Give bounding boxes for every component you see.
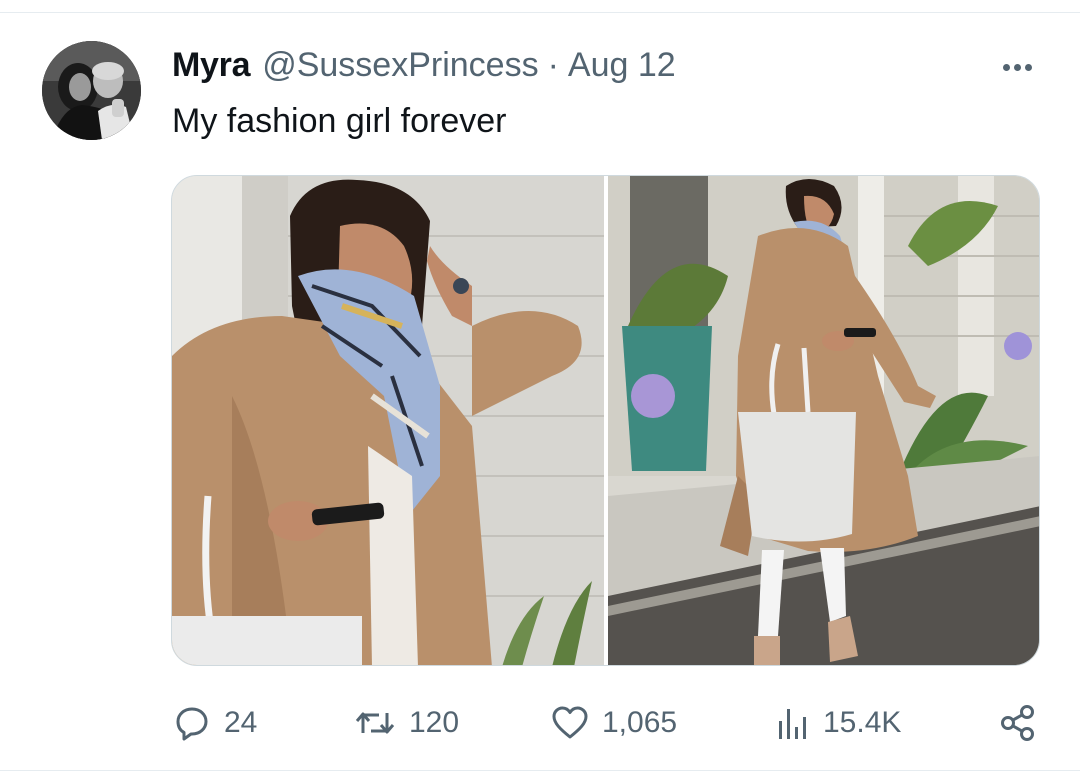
bottom-divider xyxy=(0,770,1080,771)
tweet-text: My fashion girl forever xyxy=(172,102,507,140)
tweet-actions: 24 120 1,065 15.4K xyxy=(0,700,1080,746)
more-dot xyxy=(1002,63,1010,71)
tweet-date[interactable]: Aug 12 xyxy=(568,46,676,85)
retweet-icon xyxy=(353,703,397,743)
media-photo-1[interactable] xyxy=(172,176,604,665)
like-count: 1,065 xyxy=(602,706,678,739)
tweet-header: Myra @SussexPrincess · Aug 12 xyxy=(172,46,676,86)
more-dot xyxy=(1013,63,1021,71)
heart-icon xyxy=(550,703,590,743)
analytics-icon xyxy=(775,703,811,743)
separator-dot: · xyxy=(547,46,559,84)
media-photo-2[interactable] xyxy=(608,176,1039,665)
reply-button[interactable]: 24 xyxy=(172,700,257,746)
avatar[interactable] xyxy=(42,41,141,140)
retweet-button[interactable]: 120 xyxy=(353,700,459,746)
retweet-count: 120 xyxy=(409,706,460,739)
more-options-icon[interactable] xyxy=(996,52,1038,82)
like-button[interactable]: 1,065 xyxy=(550,700,677,746)
share-icon xyxy=(998,703,1038,743)
author-name[interactable]: Myra xyxy=(172,46,250,85)
more-dot xyxy=(1024,63,1032,71)
reply-icon xyxy=(172,703,212,743)
views-button[interactable]: 15.4K xyxy=(775,700,901,746)
top-divider xyxy=(0,12,1080,13)
tweet-media xyxy=(171,175,1040,666)
author-handle[interactable]: @SussexPrincess xyxy=(262,46,538,85)
views-count: 15.4K xyxy=(823,706,902,739)
reply-count: 24 xyxy=(224,706,258,739)
share-button[interactable] xyxy=(998,700,1038,746)
